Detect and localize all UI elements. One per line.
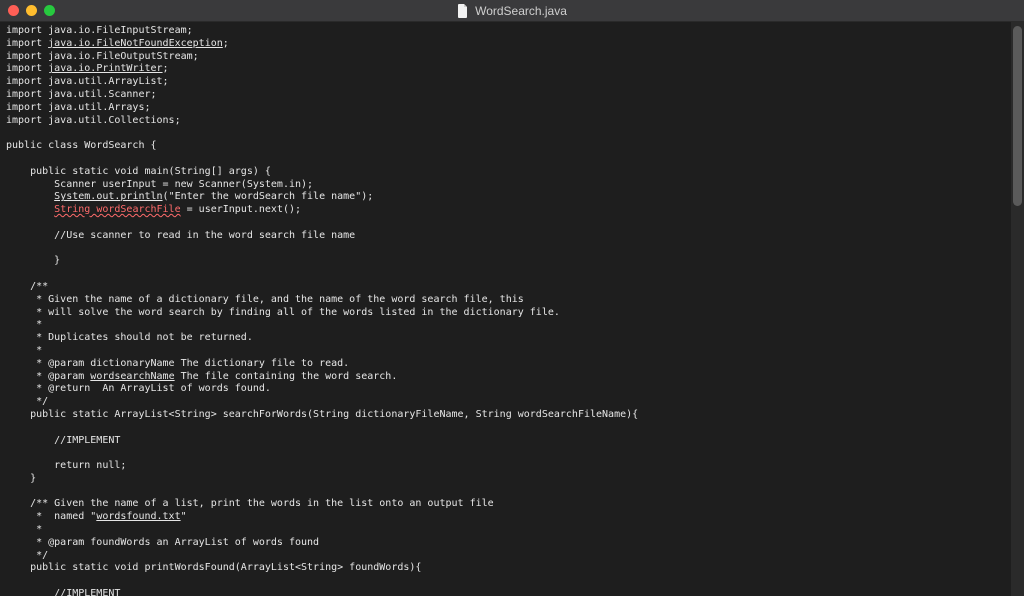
code-line: public static void printWordsFound(Array… xyxy=(6,562,421,573)
code-line: public class WordSearch { xyxy=(6,140,157,151)
code-line: public static void main(String[] args) { xyxy=(6,166,271,177)
window-titlebar: WordSearch.java xyxy=(0,0,1024,22)
title-section: WordSearch.java xyxy=(0,4,1024,18)
code-editor[interactable]: import java.io.FileInputStream; import j… xyxy=(0,22,1011,596)
minimize-button[interactable] xyxy=(26,5,37,16)
code-line: } xyxy=(6,255,60,266)
code-line: * xyxy=(6,319,42,330)
code-line: //Use scanner to read in the word search… xyxy=(6,230,355,241)
code-line: //IMPLEMENT xyxy=(6,435,120,446)
code-line: import java.util.Arrays; xyxy=(6,102,151,113)
code-line: * will solve the word search by finding … xyxy=(6,307,560,318)
code-line: } xyxy=(6,473,36,484)
code-line: /** Given the name of a list, print the … xyxy=(6,498,494,509)
code-line: * Given the name of a dictionary file, a… xyxy=(6,294,524,305)
code-line: * xyxy=(6,345,42,356)
code-line: import java.util.Collections; xyxy=(6,115,181,126)
window-controls xyxy=(8,5,55,16)
code-line: //IMPLEMENT xyxy=(6,588,120,596)
code-line: * xyxy=(6,524,42,535)
close-button[interactable] xyxy=(8,5,19,16)
code-line: import java.util.Scanner; xyxy=(6,89,157,100)
code-line: import java.io.FileNotFoundException; xyxy=(6,38,229,49)
document-icon xyxy=(457,4,469,18)
code-line: public static ArrayList<String> searchFo… xyxy=(6,409,638,420)
code-line: * named "wordsfound.txt" xyxy=(6,511,187,522)
vertical-scrollbar[interactable] xyxy=(1011,22,1024,596)
code-line: return null; xyxy=(6,460,126,471)
code-line: import java.util.ArrayList; xyxy=(6,76,169,87)
code-line: * @param dictionaryName The dictionary f… xyxy=(6,358,349,369)
code-line: import java.io.FileInputStream; xyxy=(6,25,193,36)
maximize-button[interactable] xyxy=(44,5,55,16)
code-line: */ xyxy=(6,550,48,561)
code-line: System.out.println("Enter the wordSearch… xyxy=(6,191,373,202)
code-line: * Duplicates should not be returned. xyxy=(6,332,253,343)
code-line: * @return An ArrayList of words found. xyxy=(6,383,271,394)
code-line: /** xyxy=(6,281,48,292)
editor-container: import java.io.FileInputStream; import j… xyxy=(0,22,1024,596)
code-line: */ xyxy=(6,396,48,407)
code-line: import java.io.PrintWriter; xyxy=(6,63,169,74)
code-line: import java.io.FileOutputStream; xyxy=(6,51,199,62)
code-line: * @param foundWords an ArrayList of word… xyxy=(6,537,319,548)
code-line: String wordSearchFile = userInput.next()… xyxy=(6,204,301,215)
scrollbar-thumb[interactable] xyxy=(1013,26,1022,206)
code-line: * @param wordsearchName The file contain… xyxy=(6,371,397,382)
code-line: Scanner userInput = new Scanner(System.i… xyxy=(6,179,313,190)
window-title: WordSearch.java xyxy=(475,4,567,18)
